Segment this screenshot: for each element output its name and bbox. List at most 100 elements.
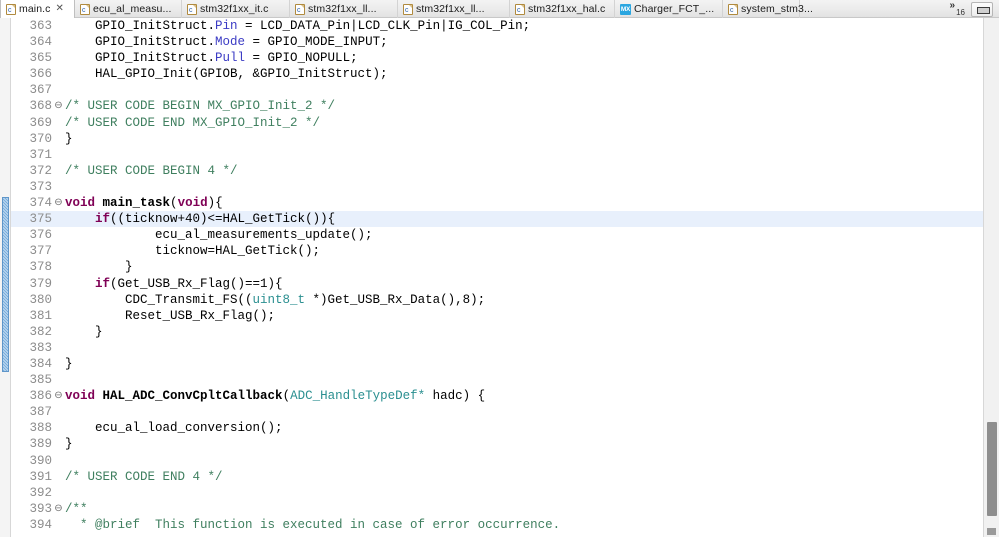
code-line[interactable]: 384} [11, 356, 983, 372]
editor-tab-stm32f1xx-ll[interactable]: stm32f1xx_ll... [290, 0, 398, 18]
code-line[interactable]: 376 ecu_al_measurements_update(); [11, 227, 983, 243]
code-line[interactable]: 380 CDC_Transmit_FS((uint8_t *)Get_USB_R… [11, 292, 983, 308]
restore-window-button[interactable] [971, 1, 993, 17]
line-number: 391 [29, 469, 52, 484]
code-token-plain: = GPIO_NOPULL; [245, 51, 358, 66]
code-token-plain: GPIO_InitStruct. [65, 35, 216, 50]
code-line-text: /* USER CODE END 4 */ [64, 469, 983, 485]
code-line-text: /* USER CODE BEGIN 4 */ [64, 163, 983, 179]
fold-collapse-icon[interactable]: ⊖ [53, 501, 64, 517]
line-number: 372 [29, 163, 52, 178]
chevron-double-right-icon: » [949, 0, 956, 11]
code-line-text: void HAL_ADC_ConvCpltCallback(ADC_Handle… [64, 388, 983, 404]
fold-collapse-icon[interactable]: ⊖ [53, 388, 64, 404]
line-number: 383 [29, 340, 52, 355]
code-token-cmt: /* USER CODE END MX_GPIO_Init_2 */ [65, 115, 321, 130]
code-line[interactable]: 382 } [11, 324, 983, 340]
code-line[interactable]: 371 [11, 147, 983, 163]
code-line-text: /* USER CODE END MX_GPIO_Init_2 */ [64, 115, 983, 131]
code-token-plain: ecu_al_load_conversion(); [65, 421, 283, 436]
code-token-cmt: * @brief This function is executed in ca… [65, 517, 561, 532]
code-line[interactable]: 379 if(Get_USB_Rx_Flag()==1){ [11, 276, 983, 292]
line-number: 394 [29, 517, 52, 532]
code-line[interactable]: 369 /* USER CODE END MX_GPIO_Init_2 */ [11, 115, 983, 131]
editor-tab-stm32f1xx-hal-c[interactable]: stm32f1xx_hal.c [510, 0, 615, 18]
code-line[interactable]: 364 GPIO_InitStruct.Mode = GPIO_MODE_INP… [11, 34, 983, 50]
close-icon[interactable]: ✕ [56, 4, 64, 14]
code-line[interactable]: 385 [11, 372, 983, 388]
code-token-fld: Pin [215, 19, 238, 33]
code-line[interactable]: 363 GPIO_InitStruct.Pin = LCD_DATA_Pin|L… [11, 18, 983, 34]
code-line[interactable]: 390 [11, 453, 983, 469]
code-token-cmt: /** [65, 501, 88, 516]
editor-tab-ecu-al-measu[interactable]: ecu_al_measu... [75, 0, 182, 18]
code-line[interactable]: 381 Reset_USB_Rx_Flag(); [11, 308, 983, 324]
line-number: 378 [29, 260, 52, 275]
overview-ruler-scrollbar[interactable] [983, 18, 999, 537]
editor-tab-main-c[interactable]: main.c ✕ [0, 0, 75, 18]
code-token-plain: *)Get_USB_Rx_Data(),8); [305, 292, 486, 307]
code-line[interactable]: 387 [11, 404, 983, 420]
code-token-plain: } [65, 324, 103, 339]
editor-tab-bar: main.c ✕ ecu_al_measu... stm32f1xx_it.c stm3… [0, 0, 999, 18]
overview-ruler-marker[interactable] [987, 528, 996, 535]
editor-tab-label: stm32f1xx_it.c [200, 3, 269, 15]
code-line-text: if(Get_USB_Rx_Flag()==1){ [64, 276, 983, 292]
code-line-text: * @brief This function is executed in ca… [64, 517, 983, 533]
code-token-plain: } [65, 356, 73, 371]
line-number: 376 [29, 228, 52, 243]
code-token-plain: GPIO_InitStruct. [65, 51, 216, 66]
line-number: 367 [29, 83, 52, 98]
line-number: 393 [29, 501, 52, 516]
code-line[interactable]: 373 [11, 179, 983, 195]
code-line[interactable]: 393 ⊖/** [11, 501, 983, 517]
code-line[interactable]: 372 /* USER CODE BEGIN 4 */ [11, 163, 983, 179]
editor-tab-charger-fct[interactable]: MX Charger_FCT_... [615, 0, 723, 18]
code-token-fld: Pull [215, 51, 246, 66]
code-token-cmt: /* USER CODE END 4 */ [65, 469, 223, 484]
code-line[interactable]: 386 ⊖ void HAL_ADC_ConvCpltCallback(ADC_Ha… [11, 388, 983, 404]
code-line[interactable]: 368 ⊖/* USER CODE BEGIN MX_GPIO_Init_2 */ [11, 98, 983, 114]
fold-collapse-icon[interactable]: ⊖ [53, 195, 64, 211]
code-line[interactable]: 392 [11, 485, 983, 501]
line-number: 387 [29, 405, 52, 420]
code-line[interactable]: 370} [11, 131, 983, 147]
code-token-kw: if [95, 212, 111, 227]
code-line[interactable]: 375 if((ticknow+40)<=HAL_GetTick()){ [11, 211, 983, 228]
code-line[interactable]: 366 HAL_GPIO_Init(GPIOB, &GPIO_InitStruc… [11, 66, 983, 82]
code-line[interactable]: 374 ⊖ void main_task(void){ [11, 195, 983, 211]
code-token-plain: HAL_GPIO_Init(GPIOB, &GPIO_InitStruct); [65, 67, 388, 82]
line-number: 364 [29, 35, 52, 50]
vertical-scrollbar-thumb[interactable] [987, 422, 997, 516]
editor-tab-stm32f1xx-it-c[interactable]: stm32f1xx_it.c [182, 0, 290, 18]
code-line-text: GPIO_InitStruct.Pin = LCD_DATA_Pin|LCD_C… [64, 18, 983, 34]
code-line[interactable]: 367 [11, 82, 983, 98]
fold-collapse-icon[interactable]: ⊖ [53, 98, 64, 114]
code-line[interactable]: 378 } [11, 259, 983, 275]
code-line[interactable]: 389} [11, 436, 983, 452]
code-line[interactable]: 377 ticknow=HAL_GetTick(); [11, 243, 983, 259]
code-line[interactable]: 383 [11, 340, 983, 356]
editor-tab-stm32f1xx-ll[interactable]: stm32f1xx_ll... [398, 0, 510, 18]
code-token-fld: Mode [215, 35, 246, 50]
code-line[interactable]: 365 GPIO_InitStruct.Pull = GPIO_NOPULL; [11, 50, 983, 66]
line-number: 379 [29, 276, 52, 291]
change-ruler [0, 18, 11, 537]
code-editor: 363 GPIO_InitStruct.Pin = LCD_DATA_Pin|L… [0, 18, 999, 537]
code-token-plain: = LCD_DATA_Pin|LCD_CLK_Pin|IG_COL_Pin; [237, 19, 531, 33]
tab-overflow-indicator[interactable]: » 16 [942, 0, 971, 18]
code-line-text: HAL_GPIO_Init(GPIOB, &GPIO_InitStruct); [64, 66, 983, 82]
editor-tab-system-stm3[interactable]: system_stm3... [723, 0, 813, 18]
c-file-icon [403, 3, 413, 15]
code-line[interactable]: 388 ecu_al_load_conversion(); [11, 420, 983, 436]
line-number: 377 [29, 244, 52, 259]
code-token-plain: ((ticknow+40)<=HAL_GetTick()){ [110, 212, 336, 227]
code-line[interactable]: 394 * @brief This function is executed i… [11, 517, 983, 533]
editor-tab-label: main.c [19, 3, 51, 15]
code-token-plain: (Get_USB_Rx_Flag()==1){ [110, 276, 283, 291]
code-line[interactable]: 391 /* USER CODE END 4 */ [11, 469, 983, 485]
code-text-area[interactable]: 363 GPIO_InitStruct.Pin = LCD_DATA_Pin|L… [11, 18, 983, 537]
code-token-fn: main_task [102, 196, 171, 211]
